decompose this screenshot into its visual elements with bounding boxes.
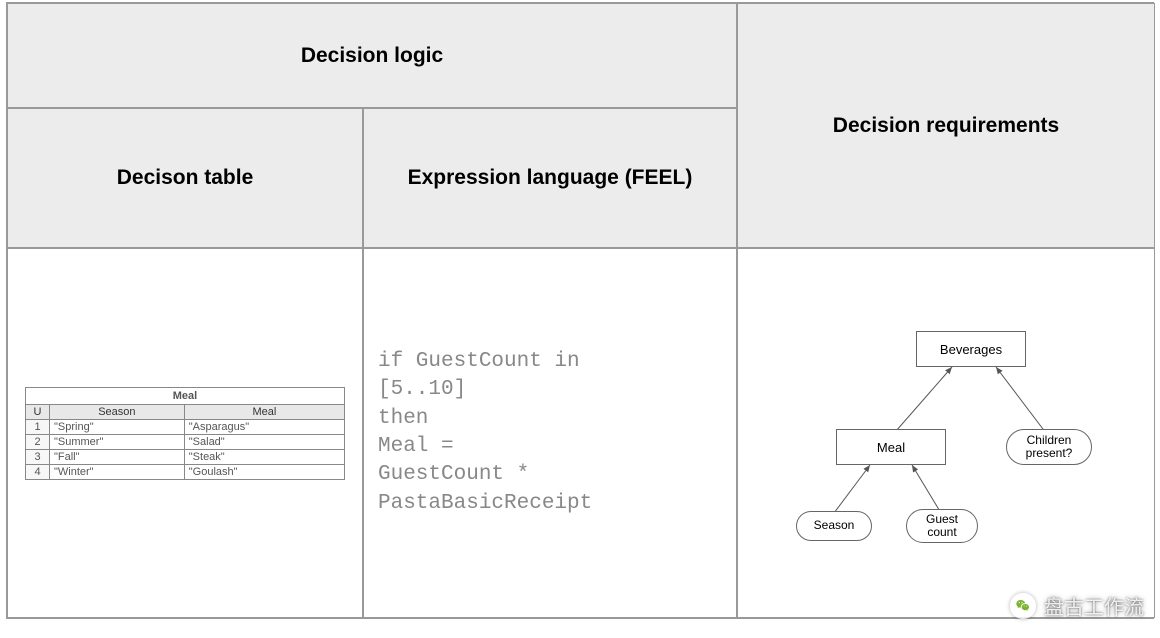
header-feel: Expression language (FEEL) bbox=[363, 108, 737, 248]
table-row: 4 "Winter" "Goulash" bbox=[26, 464, 345, 479]
table-row: 3 "Fall" "Steak" bbox=[26, 449, 345, 464]
dmn-cell: Beverages Meal Children present? Season … bbox=[737, 248, 1155, 618]
node-guestcount: Guest count bbox=[906, 509, 978, 543]
decision-table-grid: U Season Meal 1 "Spring" "Asparagus" 2 bbox=[25, 404, 345, 480]
col-season: Season bbox=[50, 404, 185, 419]
node-beverages: Beverages bbox=[916, 331, 1026, 367]
header-decision-requirements: Decision requirements bbox=[737, 3, 1155, 248]
watermark-text: 盘古工作流 bbox=[1044, 591, 1144, 620]
dmn-diagram: Beverages Meal Children present? Season … bbox=[766, 303, 1126, 563]
header-decision-table: Decison table bbox=[7, 108, 363, 248]
header-decision-logic: Decision logic bbox=[7, 3, 737, 108]
wechat-icon bbox=[1010, 593, 1036, 619]
decision-table: Meal U Season Meal 1 "Spring" "Aspa bbox=[25, 387, 345, 480]
node-children: Children present? bbox=[1006, 429, 1092, 465]
table-row: 2 "Summer" "Salad" bbox=[26, 434, 345, 449]
node-meal: Meal bbox=[836, 429, 946, 465]
node-season: Season bbox=[796, 511, 872, 541]
decision-table-title: Meal bbox=[25, 387, 345, 404]
decision-table-cell: Meal U Season Meal 1 "Spring" "Aspa bbox=[7, 248, 363, 618]
hit-policy-cell: U bbox=[26, 404, 50, 419]
table-row: 1 "Spring" "Asparagus" bbox=[26, 419, 345, 434]
watermark: 盘古工作流 bbox=[1010, 591, 1144, 620]
feel-code: if GuestCount in [5..10] then Meal = Gue… bbox=[372, 348, 728, 518]
feel-cell: if GuestCount in [5..10] then Meal = Gue… bbox=[363, 248, 737, 618]
col-meal: Meal bbox=[184, 404, 344, 419]
